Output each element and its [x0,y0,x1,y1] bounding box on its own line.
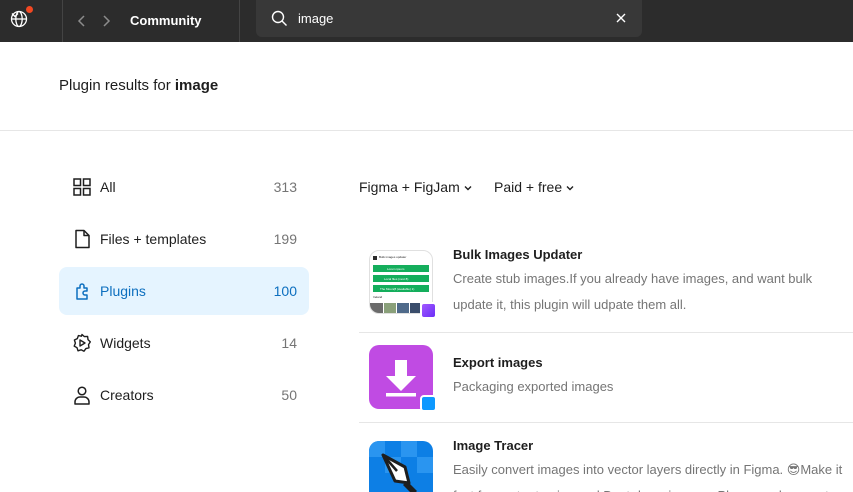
sidebar-item-all[interactable]: All 313 [59,163,309,211]
plugin-row-bulk-images-updater[interactable]: Bulk images updater Lorem ipsum Local fi… [359,240,853,332]
plugin-description: Easily convert images into vector layers… [453,462,843,492]
results-query: image [174,77,219,94]
sidebar-item-plugins[interactable]: Plugins 100 [59,267,309,315]
plugin-row-export-images[interactable]: Export images Packaging exported images [359,333,853,433]
sidebar-item-widgets[interactable]: Widgets 14 [59,319,309,367]
forward-arrow-icon[interactable] [98,11,114,31]
chevron-down-icon [11,13,19,18]
product-filter-dropdown[interactable]: Figma + FigJam [359,177,473,197]
sidebar-item-label: Widgets [100,335,151,351]
sidebar-item-count: 14 [281,335,297,351]
close-icon[interactable] [614,11,628,25]
back-arrow-icon[interactable] [74,11,90,31]
sidebar-item-label: Plugins [100,283,146,299]
sidebar-item-count: 100 [273,283,297,299]
topbar-divider [239,0,240,42]
person-icon [74,386,90,405]
sidebar-item-files-templates[interactable]: Files + templates 199 [59,215,309,263]
breadcrumb-community[interactable]: Community [130,11,202,31]
pen-tool-icon [369,441,433,492]
product-filter-label: Figma + FigJam [359,179,460,195]
chevron-down-icon [464,186,472,191]
plugin-row-image-tracer[interactable]: Image Tracer Easily convert images into … [359,423,853,492]
search-bar[interactable] [256,0,642,37]
sidebar-item-label: All [100,179,116,195]
sidebar-item-label: Files + templates [100,231,207,247]
search-input[interactable] [298,8,598,28]
notification-dot [26,6,33,13]
topbar-divider [62,0,63,42]
figma-figjam-badge-icon [420,302,437,319]
grid-icon [73,178,91,196]
price-filter-dropdown[interactable]: Paid + free [494,177,575,197]
plugin-title[interactable]: Image Tracer [453,437,533,455]
language-menu-button[interactable] [0,0,62,42]
thumb-heading: Bulk images updater [379,255,407,259]
thumb-text: Local files (next 8) [384,277,409,281]
sidebar-item-label: Creators [100,387,154,403]
plugin-description: Packaging exported images [453,379,614,394]
plugin-title[interactable]: Export images [453,354,543,372]
sidebar-item-count: 50 [281,387,297,403]
sidebar-item-count: 313 [273,179,297,195]
plugin-description: Create stub images.If you already have i… [453,271,813,312]
top-bar: Community [0,0,853,42]
header-divider [0,130,853,131]
plugin-thumbnail [369,441,433,492]
widget-icon [73,333,91,352]
plugin-icon [76,283,88,300]
sidebar-item-count: 199 [273,231,297,247]
chevron-down-icon [566,186,574,191]
results-prefix: Plugin results for [59,77,171,94]
thumb-text: Ireland [373,295,383,299]
thumb-text: The Moon(8 (available) 1) [380,287,415,291]
plugin-title[interactable]: Bulk Images Updater [453,246,582,264]
figma-badge-icon [420,395,437,412]
sidebar-item-creators[interactable]: Creators 50 [59,371,309,419]
price-filter-label: Paid + free [494,179,563,195]
file-icon [75,229,90,249]
results-heading: Plugin results for image [59,76,218,96]
thumb-text: Lorem ipsum [387,267,405,271]
search-icon [271,10,287,26]
